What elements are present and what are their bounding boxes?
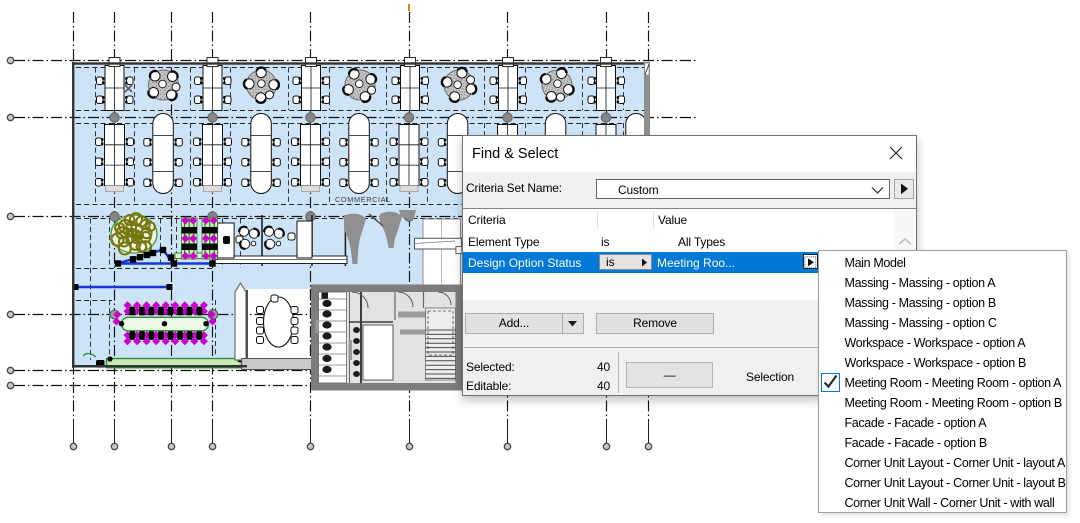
svg-text:COMMERCIAL: COMMERCIAL <box>335 195 391 204</box>
